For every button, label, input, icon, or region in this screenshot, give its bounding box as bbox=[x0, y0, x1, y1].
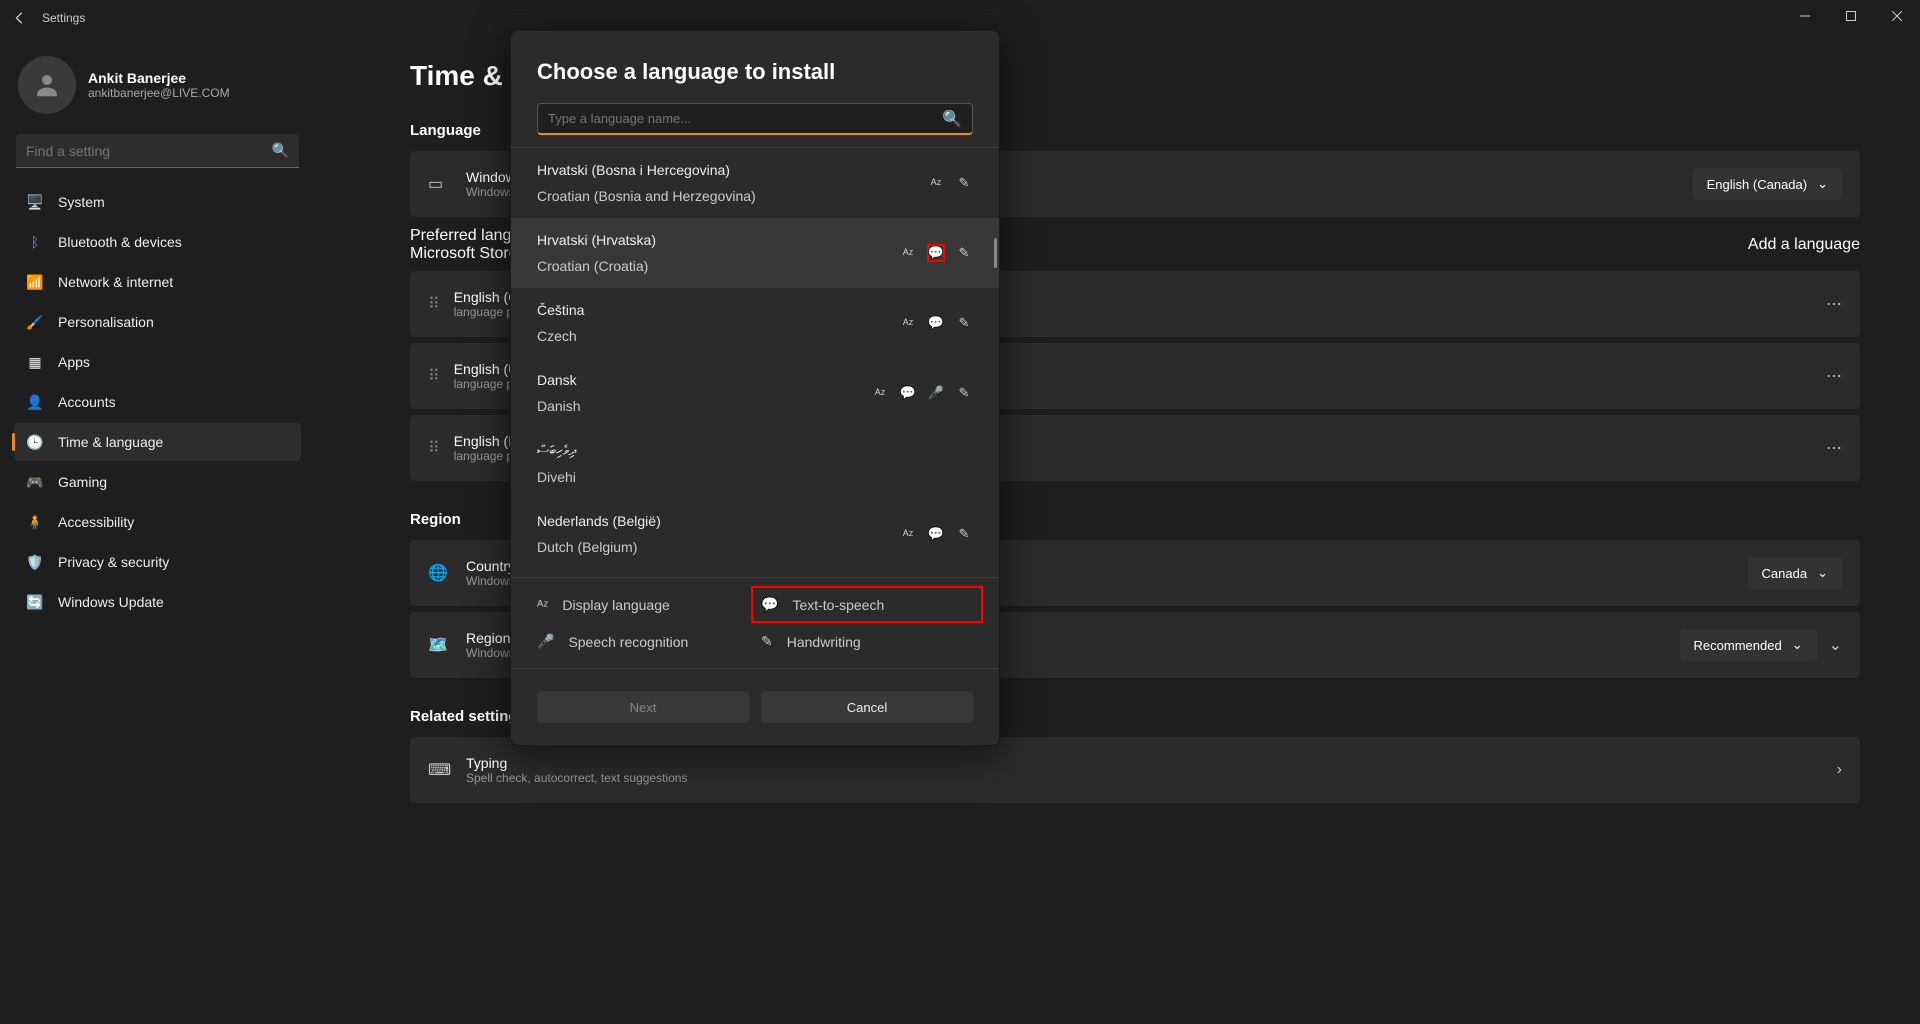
user-name: Ankit Banerjee bbox=[88, 70, 230, 86]
sidebar-item-accessibility[interactable]: 🧍Accessibility bbox=[14, 503, 301, 541]
sidebar-item-gaming[interactable]: 🎮Gaming bbox=[14, 463, 301, 501]
person-icon: 👤 bbox=[26, 393, 44, 411]
clock-globe-icon: 🕒 bbox=[26, 433, 44, 451]
language-option[interactable]: Nederlands (Nederland)Dutch (Netherlands… bbox=[511, 569, 999, 577]
handwriting-icon: ✎ bbox=[955, 244, 973, 262]
tts-icon: 💬 bbox=[927, 314, 945, 332]
next-button[interactable]: Next bbox=[537, 691, 749, 723]
user-email: ankitbanerjee@LIVE.COM bbox=[88, 86, 230, 100]
more-icon[interactable]: ⋯ bbox=[1826, 438, 1842, 458]
country-dropdown[interactable]: Canada⌄ bbox=[1748, 557, 1842, 589]
mic-icon: 🎤 bbox=[927, 384, 945, 402]
tts-icon: 💬 bbox=[899, 384, 917, 402]
sidebar-item-time-language[interactable]: 🕒Time & language bbox=[14, 423, 301, 461]
sidebar-item-apps[interactable]: ▦Apps bbox=[14, 343, 301, 381]
language-option[interactable]: Hrvatski (Hrvatska)Croatian (Croatia)ᴬᶻ💬… bbox=[511, 218, 999, 288]
sidebar-item-personalisation[interactable]: 🖌️Personalisation bbox=[14, 303, 301, 341]
dialog-legend: ᴬᶻDisplay language 💬Text-to-speech 🎤Spee… bbox=[511, 577, 999, 668]
accessibility-icon: 🧍 bbox=[26, 513, 44, 531]
tts-icon: 💬 bbox=[761, 596, 778, 613]
close-button[interactable] bbox=[1874, 0, 1920, 32]
handwriting-icon: ✎ bbox=[955, 174, 973, 192]
globe-icon: 🌐 bbox=[428, 563, 448, 583]
minimize-button[interactable] bbox=[1782, 0, 1828, 32]
chevron-down-icon: ⌄ bbox=[1817, 176, 1828, 192]
language-option[interactable]: Hrvatski (Bosna i Hercegovina)Croatian (… bbox=[511, 148, 999, 218]
update-icon: 🔄 bbox=[26, 593, 44, 611]
handwriting-icon: ✎ bbox=[761, 633, 773, 650]
handwriting-icon: ✎ bbox=[955, 314, 973, 332]
dialog-footer: Next Cancel bbox=[511, 668, 999, 745]
sidebar-search[interactable]: 🔍 bbox=[16, 134, 299, 168]
expand-chevron-icon[interactable]: ⌄ bbox=[1829, 635, 1842, 655]
legend-speech: 🎤Speech recognition bbox=[537, 633, 749, 650]
add-language-button[interactable]: Add a language bbox=[1748, 236, 1860, 254]
sidebar-item-bluetooth[interactable]: ᛒBluetooth & devices bbox=[14, 223, 301, 261]
display-language-icon: ᴬᶻ bbox=[927, 174, 945, 192]
keyboard-icon: ⌨ bbox=[428, 760, 448, 780]
grid-icon: ▦ bbox=[26, 353, 44, 371]
tts-icon: 💬 bbox=[927, 244, 945, 262]
dialog-search-input[interactable] bbox=[548, 111, 942, 126]
display-language-icon: ᴬᶻ bbox=[899, 244, 917, 262]
search-icon: 🔍 bbox=[272, 142, 289, 159]
scrollbar-thumb[interactable] bbox=[994, 238, 997, 268]
sidebar-item-system[interactable]: 🖥️System bbox=[14, 183, 301, 221]
legend-display: ᴬᶻDisplay language bbox=[537, 596, 749, 613]
nav: 🖥️System ᛒBluetooth & devices 📶Network &… bbox=[10, 182, 305, 622]
shield-icon: 🛡️ bbox=[26, 553, 44, 571]
mic-icon: 🎤 bbox=[537, 633, 554, 650]
sidebar-item-windows-update[interactable]: 🔄Windows Update bbox=[14, 583, 301, 621]
language-option[interactable]: DanskDanishᴬᶻ💬🎤✎ bbox=[511, 358, 999, 428]
drag-handle-icon[interactable]: ⠿ bbox=[428, 366, 440, 386]
dialog-search[interactable]: 🔍 bbox=[537, 103, 973, 135]
display-language-dropdown[interactable]: English (Canada)⌄ bbox=[1693, 168, 1842, 200]
avatar bbox=[18, 56, 76, 114]
bluetooth-icon: ᛒ bbox=[26, 233, 44, 251]
dialog-title: Choose a language to install bbox=[537, 59, 973, 85]
handwriting-icon: ✎ bbox=[955, 525, 973, 543]
sidebar-item-privacy[interactable]: 🛡️Privacy & security bbox=[14, 543, 301, 581]
regional-dropdown[interactable]: Recommended⌄ bbox=[1680, 629, 1817, 661]
sidebar: Ankit Banerjee ankitbanerjee@LIVE.COM 🔍 … bbox=[10, 50, 305, 622]
user-profile[interactable]: Ankit Banerjee ankitbanerjee@LIVE.COM bbox=[10, 50, 305, 130]
chevron-down-icon: ⌄ bbox=[1792, 637, 1803, 653]
gamepad-icon: 🎮 bbox=[26, 473, 44, 491]
more-icon[interactable]: ⋯ bbox=[1826, 366, 1842, 386]
language-option[interactable]: ދިވެހިބަސްDivehi bbox=[511, 428, 999, 499]
language-icon: 🗺️ bbox=[428, 635, 448, 655]
display-language-icon: ᴬᶻ bbox=[871, 384, 889, 402]
more-icon[interactable]: ⋯ bbox=[1826, 294, 1842, 314]
choose-language-dialog: Choose a language to install 🔍 Hrvatski … bbox=[510, 30, 1000, 746]
drag-handle-icon[interactable]: ⠿ bbox=[428, 294, 440, 314]
legend-tts: 💬Text-to-speech bbox=[751, 586, 983, 623]
language-list[interactable]: Hrvatski (Bosna i Hercegovina)Croatian (… bbox=[511, 147, 999, 577]
back-button[interactable] bbox=[4, 2, 36, 34]
chevron-right-icon: › bbox=[1837, 761, 1842, 779]
monitor-icon: 🖥️ bbox=[26, 193, 44, 211]
display-language-icon: ᴬᶻ bbox=[899, 314, 917, 332]
drag-handle-icon[interactable]: ⠿ bbox=[428, 438, 440, 458]
search-icon: 🔍 bbox=[942, 109, 962, 129]
sidebar-item-network[interactable]: 📶Network & internet bbox=[14, 263, 301, 301]
chevron-down-icon: ⌄ bbox=[1817, 565, 1828, 581]
display-icon: ▭ bbox=[428, 174, 448, 194]
sidebar-item-accounts[interactable]: 👤Accounts bbox=[14, 383, 301, 421]
handwriting-icon: ✎ bbox=[955, 384, 973, 402]
typing-card[interactable]: ⌨ TypingSpell check, autocorrect, text s… bbox=[410, 737, 1860, 803]
window-controls bbox=[1782, 0, 1920, 32]
legend-handwriting: ✎Handwriting bbox=[761, 633, 973, 650]
language-option[interactable]: ČeštinaCzechᴬᶻ💬✎ bbox=[511, 288, 999, 358]
search-input[interactable] bbox=[26, 143, 272, 159]
tts-icon: 💬 bbox=[927, 525, 945, 543]
cancel-button[interactable]: Cancel bbox=[761, 691, 973, 723]
language-option[interactable]: Nederlands (België)Dutch (Belgium)ᴬᶻ💬✎ bbox=[511, 499, 999, 569]
wifi-icon: 📶 bbox=[26, 273, 44, 291]
brush-icon: 🖌️ bbox=[26, 313, 44, 331]
maximize-button[interactable] bbox=[1828, 0, 1874, 32]
window-title: Settings bbox=[42, 11, 85, 25]
display-language-icon: ᴬᶻ bbox=[537, 597, 548, 613]
display-language-icon: ᴬᶻ bbox=[899, 525, 917, 543]
